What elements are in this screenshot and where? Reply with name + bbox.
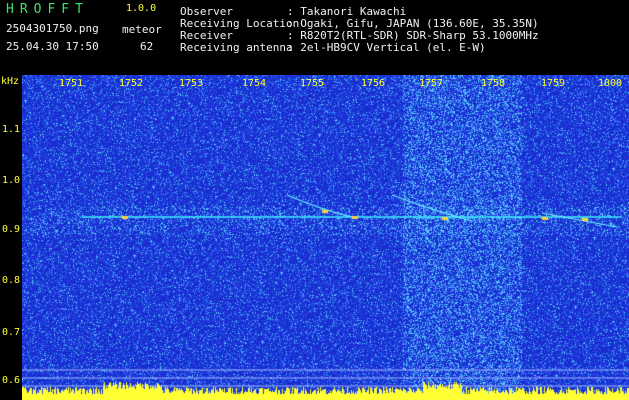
freq-tick-label: 0.7	[2, 327, 21, 338]
time-tick-label: 1759	[541, 78, 566, 89]
antenna-label: Receiving antenna	[180, 41, 293, 54]
time-tick-label: 1756	[361, 78, 386, 89]
time-tick-label: 1755	[300, 78, 325, 89]
spectrogram	[22, 75, 629, 400]
freq-tick-label: 0.6	[2, 375, 21, 386]
location-label: Receiving Location	[180, 17, 300, 30]
header-panel: HROFFT 1.0.0 2504301750.png meteor 25.04…	[0, 0, 629, 75]
time-tick-label: 1753	[179, 78, 204, 89]
observer-value: : Takanori Kawachi	[287, 5, 407, 18]
time-tick-label: 1751	[59, 78, 84, 89]
spectrogram-canvas	[22, 75, 629, 400]
freq-tick-label: 1.1	[2, 124, 21, 135]
time-tick-label: 1800	[598, 78, 623, 89]
time-axis: 1751 1752 1753 1754 1755 1756 1757 1758 1759 1800	[22, 78, 629, 92]
time-tick-label: 1754	[242, 78, 267, 89]
time-tick-label: 1752	[119, 78, 144, 89]
meteor-count: 62	[140, 40, 154, 53]
location-value: : Ogaki, Gifu, JAPAN (136.60E, 35.35N)	[287, 17, 539, 30]
app-version: 1.0.0	[126, 3, 157, 14]
file-name: 2504301750.png	[6, 22, 99, 35]
antenna-value: : 2el-HB9CV Vertical (el. E-W)	[287, 41, 486, 54]
freq-tick-label: 0.9	[2, 224, 21, 235]
freq-unit-label: kHz	[1, 76, 20, 87]
time-tick-label: 1758	[481, 78, 506, 89]
frequency-axis: 1.1 1.0 0.9 0.8 0.7 0.6	[0, 75, 22, 400]
app-brand: HROFFT	[6, 2, 89, 17]
observer-label: Observer	[180, 5, 233, 18]
time-tick-label: 1757	[419, 78, 444, 89]
receiver-value: : R820T2(RTL-SDR) SDR-Sharp 53.1000MHz	[287, 29, 539, 42]
freq-tick-label: 0.8	[2, 275, 21, 286]
freq-tick-label: 1.0	[2, 175, 21, 186]
date-time: 25.04.30 17:50	[6, 40, 99, 53]
meteor-label: meteor	[122, 23, 162, 36]
receiver-label: Receiver	[180, 29, 233, 42]
